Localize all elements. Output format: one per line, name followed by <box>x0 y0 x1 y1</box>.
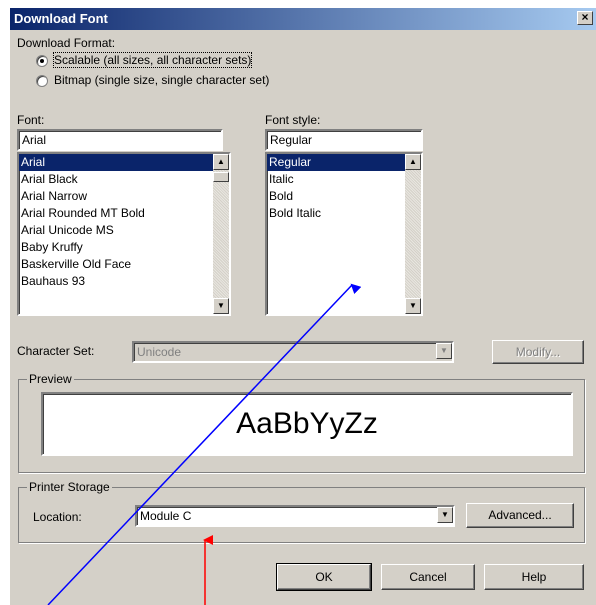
annotation-arrows <box>47 283 362 605</box>
blue-arrow <box>47 283 362 605</box>
